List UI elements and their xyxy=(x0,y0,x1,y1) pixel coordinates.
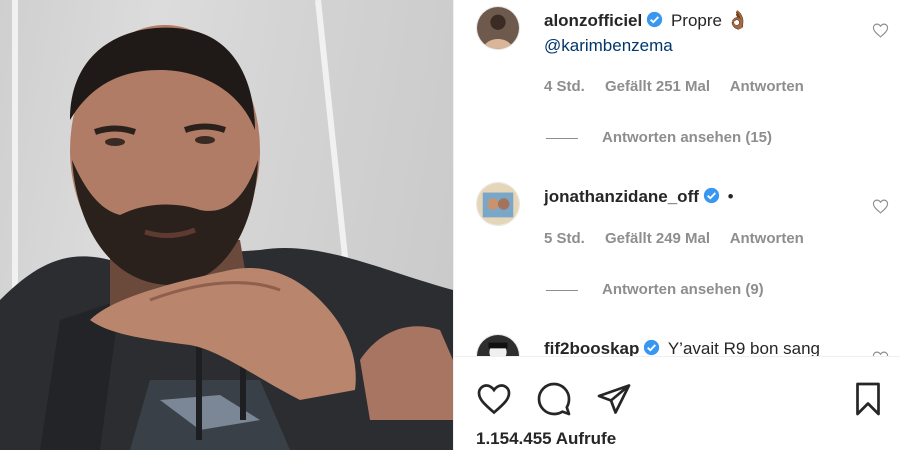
avatar[interactable] xyxy=(476,334,520,356)
comment-text: Y’avait R9 bon sang xyxy=(667,339,820,356)
replies-dash xyxy=(546,289,578,291)
reply-button[interactable]: Antworten xyxy=(730,230,804,247)
replies-dash xyxy=(546,137,578,139)
action-bar: 1.154.455 Aufrufe xyxy=(454,356,900,450)
person-video-image xyxy=(0,25,453,450)
comment-text: Propre xyxy=(670,11,722,30)
like-comment-heart-icon[interactable] xyxy=(872,198,889,215)
like-comment-heart-icon[interactable] xyxy=(872,22,889,39)
avatar[interactable] xyxy=(476,182,520,226)
comment-username[interactable]: alonzofficiel xyxy=(544,11,642,30)
comment-username[interactable]: jonathanzidane_off xyxy=(544,187,699,206)
live-video-frame[interactable] xyxy=(0,0,453,450)
comment-text: • xyxy=(727,187,734,206)
view-replies-label: Antworten ansehen (15) xyxy=(602,129,773,146)
view-replies-label: Antworten ansehen (9) xyxy=(602,281,764,298)
comment-meta: 4 Std. Gefällt 251 Mal Antworten xyxy=(544,78,820,95)
avatar[interactable] xyxy=(476,6,520,50)
comments-list[interactable]: alonzofficiel Propre 👌🏾 @karimbenzema 4 … xyxy=(454,0,900,356)
comment-meta: 5 Std. Gefällt 249 Mal Antworten xyxy=(544,230,820,247)
bookmark-icon[interactable] xyxy=(850,381,886,417)
comment-body: jonathanzidane_off • xyxy=(544,184,844,209)
verified-badge-icon xyxy=(644,339,660,356)
comment-bubble-icon[interactable] xyxy=(536,381,572,417)
view-count[interactable]: 1.154.455 Aufrufe xyxy=(476,429,616,449)
heart-icon[interactable] xyxy=(476,381,512,417)
comment-likes[interactable]: Gefällt 251 Mal xyxy=(605,78,710,95)
comment-body: fif2booskap Y’avait R9 bon sang xyxy=(544,336,844,356)
paper-plane-icon[interactable] xyxy=(596,381,632,417)
comment-time: 4 Std. xyxy=(544,78,585,95)
comment-body: alonzofficiel Propre 👌🏾 @karimbenzema xyxy=(544,8,844,58)
view-replies-button[interactable]: Antworten ansehen (15) xyxy=(546,129,772,146)
view-replies-button[interactable]: Antworten ansehen (9) xyxy=(546,281,764,298)
comment-username[interactable]: fif2booskap xyxy=(544,339,639,356)
verified-badge-icon xyxy=(647,11,663,28)
comment-likes[interactable]: Gefällt 249 Mal xyxy=(605,230,710,247)
ok-hand-emoji: 👌🏾 xyxy=(726,10,750,30)
verified-badge-icon xyxy=(703,187,720,204)
comment-time: 5 Std. xyxy=(544,230,585,247)
comments-panel: alonzofficiel Propre 👌🏾 @karimbenzema 4 … xyxy=(453,0,900,450)
reply-button[interactable]: Antworten xyxy=(730,78,804,95)
mention-link[interactable]: @karimbenzema xyxy=(544,36,673,55)
